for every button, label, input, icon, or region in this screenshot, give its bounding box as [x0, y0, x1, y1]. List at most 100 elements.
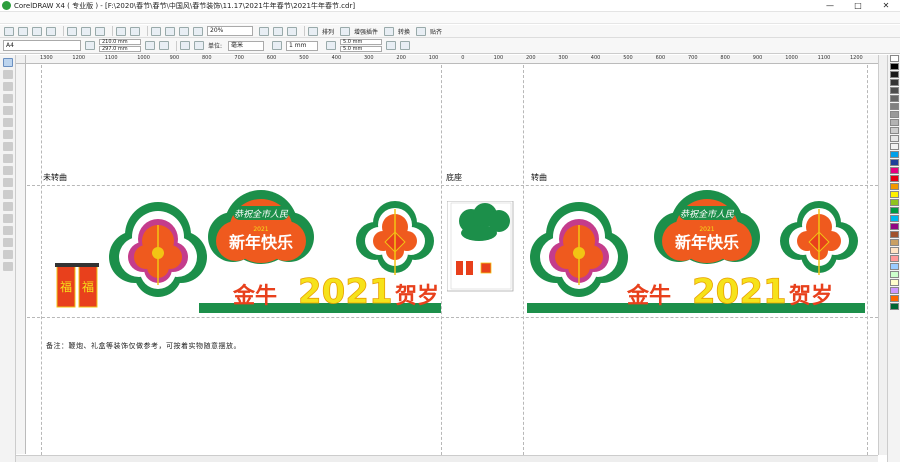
interactive-blend-icon[interactable] [3, 214, 13, 223]
color-swatch[interactable] [890, 159, 899, 166]
color-swatch[interactable] [890, 135, 899, 142]
minimize-button[interactable]: — [816, 0, 844, 12]
color-swatch[interactable] [890, 239, 899, 246]
color-swatch[interactable] [890, 71, 899, 78]
page-navigator[interactable] [16, 455, 878, 462]
open-file-icon[interactable] [18, 26, 28, 36]
color-swatch[interactable] [890, 103, 899, 110]
freehand-tool-icon[interactable] [3, 106, 13, 115]
print-icon[interactable] [46, 26, 56, 36]
options-icon[interactable] [287, 26, 297, 36]
artwork-unconverted[interactable]: 福 福 恭祝全市人民 2021 新年快乐 金牛 2021 贺岁 [53, 185, 443, 315]
convert-button[interactable]: 转换 [398, 27, 410, 36]
color-swatch[interactable] [890, 63, 899, 70]
snap-icon[interactable] [416, 26, 427, 36]
arrange-icon[interactable] [308, 26, 318, 36]
color-swatch[interactable] [890, 55, 899, 62]
color-swatch[interactable] [890, 111, 899, 118]
color-swatch[interactable] [890, 127, 899, 134]
color-swatch[interactable] [890, 167, 899, 174]
corel-online-icon[interactable] [193, 26, 203, 36]
maximize-button[interactable]: □ [844, 0, 872, 12]
rectangle-tool-icon[interactable] [3, 130, 13, 139]
artwork-base-preview[interactable] [447, 201, 515, 293]
color-swatch[interactable] [890, 143, 899, 150]
color-swatch[interactable] [890, 247, 899, 254]
page-size-select[interactable]: A4 [3, 40, 81, 51]
cut-icon[interactable] [67, 26, 77, 36]
copy-icon[interactable] [81, 26, 91, 36]
color-swatch[interactable] [890, 199, 899, 206]
full-screen-icon[interactable] [259, 26, 269, 36]
snap-to-icon[interactable] [273, 26, 283, 36]
undo-icon[interactable] [116, 26, 126, 36]
color-swatch[interactable] [890, 119, 899, 126]
color-swatch[interactable] [890, 215, 899, 222]
redo-icon[interactable] [130, 26, 140, 36]
duplicate-y-input[interactable]: 5.0 mm [340, 46, 383, 52]
color-swatch[interactable] [890, 95, 899, 102]
vertical-ruler[interactable] [16, 64, 26, 454]
plugin-icon[interactable] [340, 26, 351, 36]
color-swatch[interactable] [890, 255, 899, 262]
smart-fill-icon[interactable] [3, 118, 13, 127]
duplicate-x-input[interactable]: 5.0 mm [340, 39, 383, 45]
page-width-input[interactable]: 210.0 mm [99, 39, 141, 45]
artwork-converted[interactable]: 恭祝全市人民 2021 新年快乐 金牛 2021 贺岁 [527, 185, 867, 315]
color-swatch[interactable] [890, 151, 899, 158]
color-swatch[interactable] [890, 87, 899, 94]
color-swatch[interactable] [890, 175, 899, 182]
color-swatch[interactable] [890, 79, 899, 86]
color-swatch[interactable] [890, 183, 899, 190]
page-height-input[interactable]: 297.0 mm [99, 46, 141, 52]
interactive-fill-icon[interactable] [3, 262, 13, 271]
color-swatch[interactable] [890, 191, 899, 198]
landscape-icon[interactable] [159, 41, 169, 50]
table-tool-icon[interactable] [3, 190, 13, 199]
all-pages-icon[interactable] [180, 41, 190, 50]
color-swatch[interactable] [890, 271, 899, 278]
zoom-level-select[interactable]: 20% [207, 26, 253, 36]
color-swatch[interactable] [890, 223, 899, 230]
dimension-tool-icon[interactable] [3, 202, 13, 211]
treat-as-filled-icon[interactable] [386, 41, 397, 50]
close-button[interactable]: ✕ [872, 0, 900, 12]
color-swatch[interactable] [890, 207, 899, 214]
convert-icon[interactable] [384, 26, 395, 36]
ruler-origin[interactable] [16, 55, 26, 64]
draw-scale-icon[interactable] [400, 41, 411, 50]
arrange-button[interactable]: 排列 [322, 27, 334, 36]
basic-shapes-icon[interactable] [3, 166, 13, 175]
color-swatch[interactable] [890, 279, 899, 286]
current-page-icon[interactable] [194, 41, 204, 50]
nudge-offset-input[interactable]: 1 mm [286, 40, 319, 51]
text-tool-icon[interactable] [3, 178, 13, 187]
color-swatch[interactable] [890, 303, 899, 310]
crop-tool-icon[interactable] [3, 82, 13, 91]
import-icon[interactable] [151, 26, 161, 36]
save-icon[interactable] [32, 26, 42, 36]
color-swatch[interactable] [890, 231, 899, 238]
enhance-plugin-button[interactable]: 增强插件 [354, 27, 378, 36]
export-icon[interactable] [165, 26, 175, 36]
color-swatch[interactable] [890, 295, 899, 302]
shape-tool-icon[interactable] [3, 70, 13, 79]
horizontal-ruler[interactable]: 1300 1200 1100 1000 900 800 700 600 500 400 300 200… [26, 55, 878, 64]
paste-icon[interactable] [95, 26, 105, 36]
ellipse-tool-icon[interactable] [3, 142, 13, 151]
eyedropper-icon[interactable] [3, 226, 13, 235]
pick-tool-icon[interactable] [3, 58, 13, 67]
color-swatch[interactable] [890, 263, 899, 270]
snap-button[interactable]: 贴齐 [430, 27, 442, 36]
zoom-tool-icon[interactable] [3, 94, 13, 103]
polygon-tool-icon[interactable] [3, 154, 13, 163]
new-file-icon[interactable] [4, 26, 14, 36]
vertical-scrollbar[interactable] [878, 55, 887, 455]
app-launcher-icon[interactable] [179, 26, 189, 36]
units-select[interactable]: 毫米 [228, 40, 265, 51]
fill-tool-icon[interactable] [3, 250, 13, 259]
portrait-icon[interactable] [145, 41, 155, 50]
drawing-canvas[interactable]: 未转曲 底座 转曲 福 福 恭祝全市人民 2021 新年快乐 金牛 2021 贺… [27, 65, 878, 455]
outline-tool-icon[interactable] [3, 238, 13, 247]
color-swatch[interactable] [890, 287, 899, 294]
